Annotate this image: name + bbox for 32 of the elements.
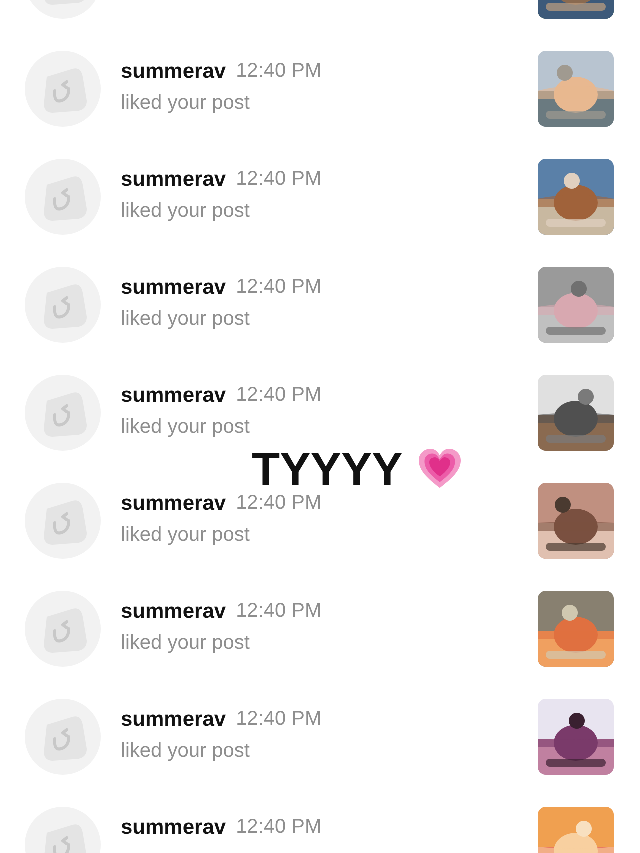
avatar-icon — [25, 267, 101, 343]
avatar-icon — [25, 159, 101, 235]
timestamp: 12:40 PM — [236, 60, 322, 83]
notification-text: liked your post — [121, 524, 250, 547]
notification-text: liked your post — [121, 632, 250, 655]
avatar-icon — [25, 699, 101, 775]
notification-text: liked your post — [121, 740, 250, 763]
avatar-icon — [25, 51, 101, 127]
username: summerav — [121, 384, 226, 408]
timestamp: 12:40 PM — [236, 276, 322, 299]
username: summerav — [121, 276, 226, 300]
timestamp: 12:40 PM — [236, 384, 322, 407]
timestamp: 12:40 PM — [236, 168, 322, 191]
timestamp: 12:40 PM — [236, 816, 322, 839]
notification-text: liked your post — [121, 92, 250, 115]
timestamp: 12:40 PM — [236, 708, 322, 731]
notification-text: liked your post — [121, 416, 250, 439]
avatar-icon — [25, 591, 101, 667]
username: summerav — [121, 816, 226, 840]
caption-text: TYYYY — [252, 444, 403, 494]
username: summerav — [121, 492, 226, 516]
avatar-icon — [25, 375, 101, 451]
timestamp: 12:40 PM — [236, 600, 322, 623]
timestamp: 12:40 PM — [236, 492, 322, 515]
heart-icon — [416, 448, 463, 490]
notification-text: liked your post — [121, 308, 250, 331]
username: summerav — [121, 168, 226, 192]
username: summerav — [121, 600, 226, 624]
username: summerav — [121, 708, 226, 732]
avatar-icon — [25, 483, 101, 559]
notification-text: liked your post — [121, 200, 250, 223]
username: summerav — [121, 60, 226, 84]
